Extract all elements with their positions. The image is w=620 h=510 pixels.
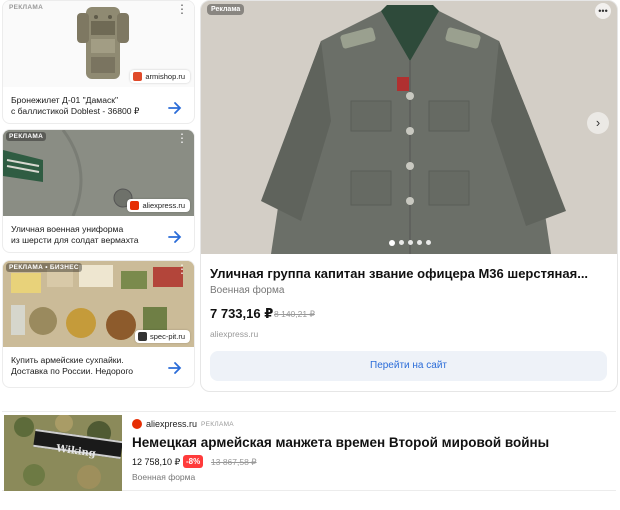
slide-indicators <box>389 240 431 246</box>
slide-dot[interactable] <box>399 240 404 245</box>
source-domain: aliexpress.ru <box>146 419 198 429</box>
source-badge[interactable]: aliexpress.ru <box>127 199 190 212</box>
bottom-product-title[interactable]: Немецкая армейская манжета времен Второй… <box>132 435 549 450</box>
cuff-title-image[interactable]: Wiking <box>4 415 122 491</box>
card-title[interactable]: Уличная военная униформа из шерсти для с… <box>11 224 158 246</box>
card-title[interactable]: Бронежилет Д-01 "Дамаск" с баллистикой D… <box>11 95 158 117</box>
uniform-closeup-image[interactable]: РЕКЛАМА ⋮ aliexpress.ru <box>3 130 194 216</box>
discount-badge: -8% <box>183 455 204 468</box>
card-title[interactable]: Купить армейские сухпайки. Доставка по Р… <box>11 355 158 377</box>
ad-label: РЕКЛАМА <box>201 420 234 428</box>
next-slide-chevron-icon[interactable]: › <box>587 112 609 134</box>
card-title-line1: Купить армейские сухпайки. <box>11 355 124 365</box>
ad-label: Реклама <box>207 4 245 15</box>
slide-dot[interactable] <box>389 240 395 246</box>
rations-image[interactable]: РЕКЛАМА • БИЗНЕС ⋮ spec-pit.ru <box>3 261 194 347</box>
product-title[interactable]: Уличная группа капитан звание офицера М3… <box>210 266 588 281</box>
ad-card-rations[interactable]: РЕКЛАМА • БИЗНЕС ⋮ spec-pit.ru Купить ар… <box>2 260 195 388</box>
featured-product-image[interactable]: Реклама ••• › <box>201 1 617 254</box>
card-title-line2: из шерсти для солдат вермахта <box>11 235 139 245</box>
more-options-icon[interactable]: ⋮ <box>176 3 188 15</box>
more-options-icon[interactable]: ⋮ <box>176 132 188 144</box>
more-options-icon[interactable]: ••• <box>595 3 611 19</box>
product-domain[interactable]: aliexpress.ru <box>210 329 258 339</box>
card-title-line1: Уличная военная униформа <box>11 224 124 234</box>
spec-pit-logo-icon <box>137 332 147 341</box>
ad-label: РЕКЛАМА <box>9 4 44 11</box>
go-to-site-button[interactable]: Перейти на сайт <box>210 351 607 381</box>
officer-jacket-picture <box>201 1 617 254</box>
card-title-line1: Бронежилет Д-01 "Дамаск" <box>11 95 119 105</box>
ad-label: РЕКЛАМА • БИЗНЕС <box>6 263 82 272</box>
bottom-product-category: Военная форма <box>132 472 196 482</box>
source-domain: armishop.ru <box>145 72 185 81</box>
slide-dot[interactable] <box>417 240 422 245</box>
source-badge[interactable]: spec-pit.ru <box>134 330 190 343</box>
slide-dot[interactable] <box>426 240 431 245</box>
armor-image[interactable]: РЕКЛАМА ⋮ armishop.ru <box>3 1 194 87</box>
product-category: Военная форма <box>210 285 285 296</box>
source-domain: aliexpress.ru <box>142 201 185 210</box>
ad-card-armor[interactable]: РЕКЛАМА ⋮ armishop.ru Бронежилет Д-01 "Д… <box>2 0 195 124</box>
ad-label: РЕКЛАМА <box>6 132 47 141</box>
bottom-old-price: 13 867,58 ₽ <box>211 457 257 467</box>
card-footer[interactable]: Бронежилет Д-01 "Дамаск" с баллистикой D… <box>3 87 194 123</box>
featured-ad-card[interactable]: Реклама ••• › Уличная группа капитан зва… <box>200 0 618 392</box>
product-price: 7 733,16 ₽ <box>210 306 274 321</box>
source-domain: spec-pit.ru <box>149 332 185 341</box>
product-old-price: 8 140,21 ₽ <box>274 309 315 319</box>
arrow-right-icon[interactable] <box>166 359 184 377</box>
ad-card-uniform[interactable]: РЕКЛАМА ⋮ aliexpress.ru Уличная военная … <box>2 129 195 253</box>
bottom-ad-row[interactable]: Wiking aliexpress.ru РЕКЛАМА Немецкая ар… <box>2 411 616 491</box>
source-badge[interactable]: armishop.ru <box>130 70 190 83</box>
aliexpress-logo-icon <box>130 201 140 210</box>
arrow-right-icon[interactable] <box>166 228 184 246</box>
aliexpress-logo-icon <box>132 419 142 429</box>
arrow-right-icon[interactable] <box>166 99 184 117</box>
slide-dot[interactable] <box>408 240 413 245</box>
card-title-line2: Доставка по России. Недорого <box>11 366 134 376</box>
armishop-logo-icon <box>133 72 143 81</box>
card-footer[interactable]: Уличная военная униформа из шерсти для с… <box>3 216 194 252</box>
more-options-icon[interactable]: ⋮ <box>176 263 188 275</box>
bottom-source[interactable]: aliexpress.ru РЕКЛАМА <box>132 419 234 429</box>
card-footer[interactable]: Купить армейские сухпайки. Доставка по Р… <box>3 347 194 387</box>
card-title-line2: с баллистикой Doblest - 36800 ₽ <box>11 106 140 116</box>
bottom-product-price: 12 758,10 ₽ <box>132 457 181 467</box>
